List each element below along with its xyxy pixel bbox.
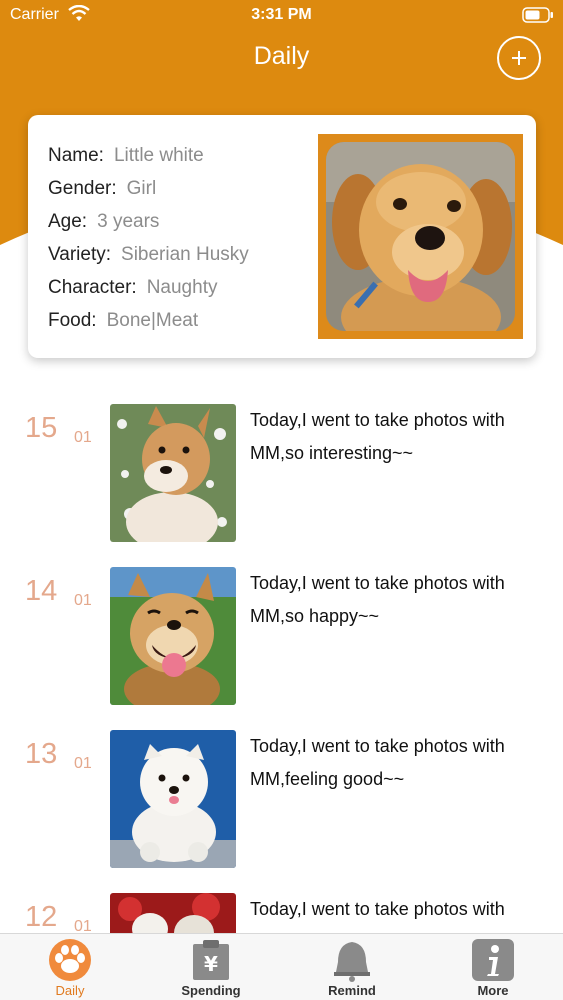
pet-character-row: Character: Naughty: [48, 277, 217, 299]
bell-icon: [334, 942, 370, 982]
pet-avatar[interactable]: [318, 134, 523, 339]
entry-day: 14: [25, 575, 58, 607]
timeline-entry[interactable]: 13 01 Today,I went to take photos with M…: [0, 730, 563, 870]
pet-character-label: Character:: [48, 277, 137, 298]
pet-age-row: Age: 3 years: [48, 211, 159, 233]
status-bar: Carrier 3:31 PM: [0, 0, 563, 30]
status-time: 3:31 PM: [251, 6, 312, 23]
info-icon: [472, 939, 514, 981]
pet-variety-row: Variety: Siberian Husky: [48, 244, 249, 266]
tab-more-label: More: [477, 983, 509, 998]
entry-text: Today,I went to take photos with MM,so i…: [250, 410, 505, 463]
entry-text: Today,I went to take photos with MM,so h…: [250, 573, 505, 626]
tab-more[interactable]: More: [423, 934, 563, 1000]
golden-puppy-image: [326, 142, 515, 331]
pet-food-row: Food: Bone|Meat: [48, 310, 198, 332]
entry-photo[interactable]: [110, 404, 236, 542]
entry-month: 01: [74, 592, 92, 609]
pet-variety-label: Variety:: [48, 244, 112, 265]
pet-gender-label: Gender:: [48, 178, 117, 199]
pet-name-value: Little white: [113, 145, 204, 166]
pet-gender-value: Girl: [126, 178, 157, 199]
svg-text:¥: ¥: [204, 952, 218, 976]
pet-info-card[interactable]: Name: Little white Gender: Girl Age: 3 year…: [28, 115, 536, 358]
entry-day: 13: [25, 738, 58, 770]
pet-character-value: Naughty: [146, 277, 218, 298]
timeline-entry[interactable]: 14 01 Today,I went to take photos with M…: [0, 567, 563, 707]
page-title: Daily: [253, 42, 310, 70]
battery-icon: [522, 7, 553, 23]
entry-photo[interactable]: [110, 730, 236, 868]
pet-name-label: Name:: [48, 145, 104, 166]
tab-remind-label: Remind: [328, 983, 376, 998]
pet-name-row: Name: Little white: [48, 145, 204, 167]
pet-variety-value: Siberian Husky: [121, 244, 249, 265]
tab-daily-label: Daily: [55, 983, 85, 998]
timeline-entry[interactable]: 15 01 Today,I went to take photos with M…: [0, 404, 563, 544]
entry-day: 15: [25, 412, 58, 444]
tab-bar: Daily ¥ Spending Remind More: [0, 933, 563, 1000]
entry-photo[interactable]: [110, 567, 236, 705]
pet-food-value: Bone|Meat: [106, 310, 199, 331]
entry-text: Today,I went to take photos with MM,feel…: [250, 736, 505, 789]
entry-month: 01: [74, 755, 92, 772]
pet-age-value: 3 years: [97, 211, 160, 232]
white-puppy-image: [110, 730, 236, 868]
clipboard-yen-icon: ¥: [193, 940, 229, 980]
paw-icon: [49, 939, 91, 981]
laughing-shiba-image: [110, 567, 236, 705]
tab-spending[interactable]: ¥ Spending: [141, 934, 281, 1000]
tab-spending-label: Spending: [181, 983, 241, 998]
shiba-dog-image: [110, 404, 236, 542]
tab-remind[interactable]: Remind: [282, 934, 422, 1000]
pet-age-label: Age:: [48, 211, 88, 232]
pet-gender-row: Gender: Girl: [48, 178, 156, 200]
tab-daily[interactable]: Daily: [0, 934, 140, 1000]
entry-month: 01: [74, 429, 92, 446]
add-button[interactable]: [497, 36, 541, 80]
entry-day: 12: [25, 901, 58, 933]
pet-food-label: Food:: [48, 310, 97, 331]
